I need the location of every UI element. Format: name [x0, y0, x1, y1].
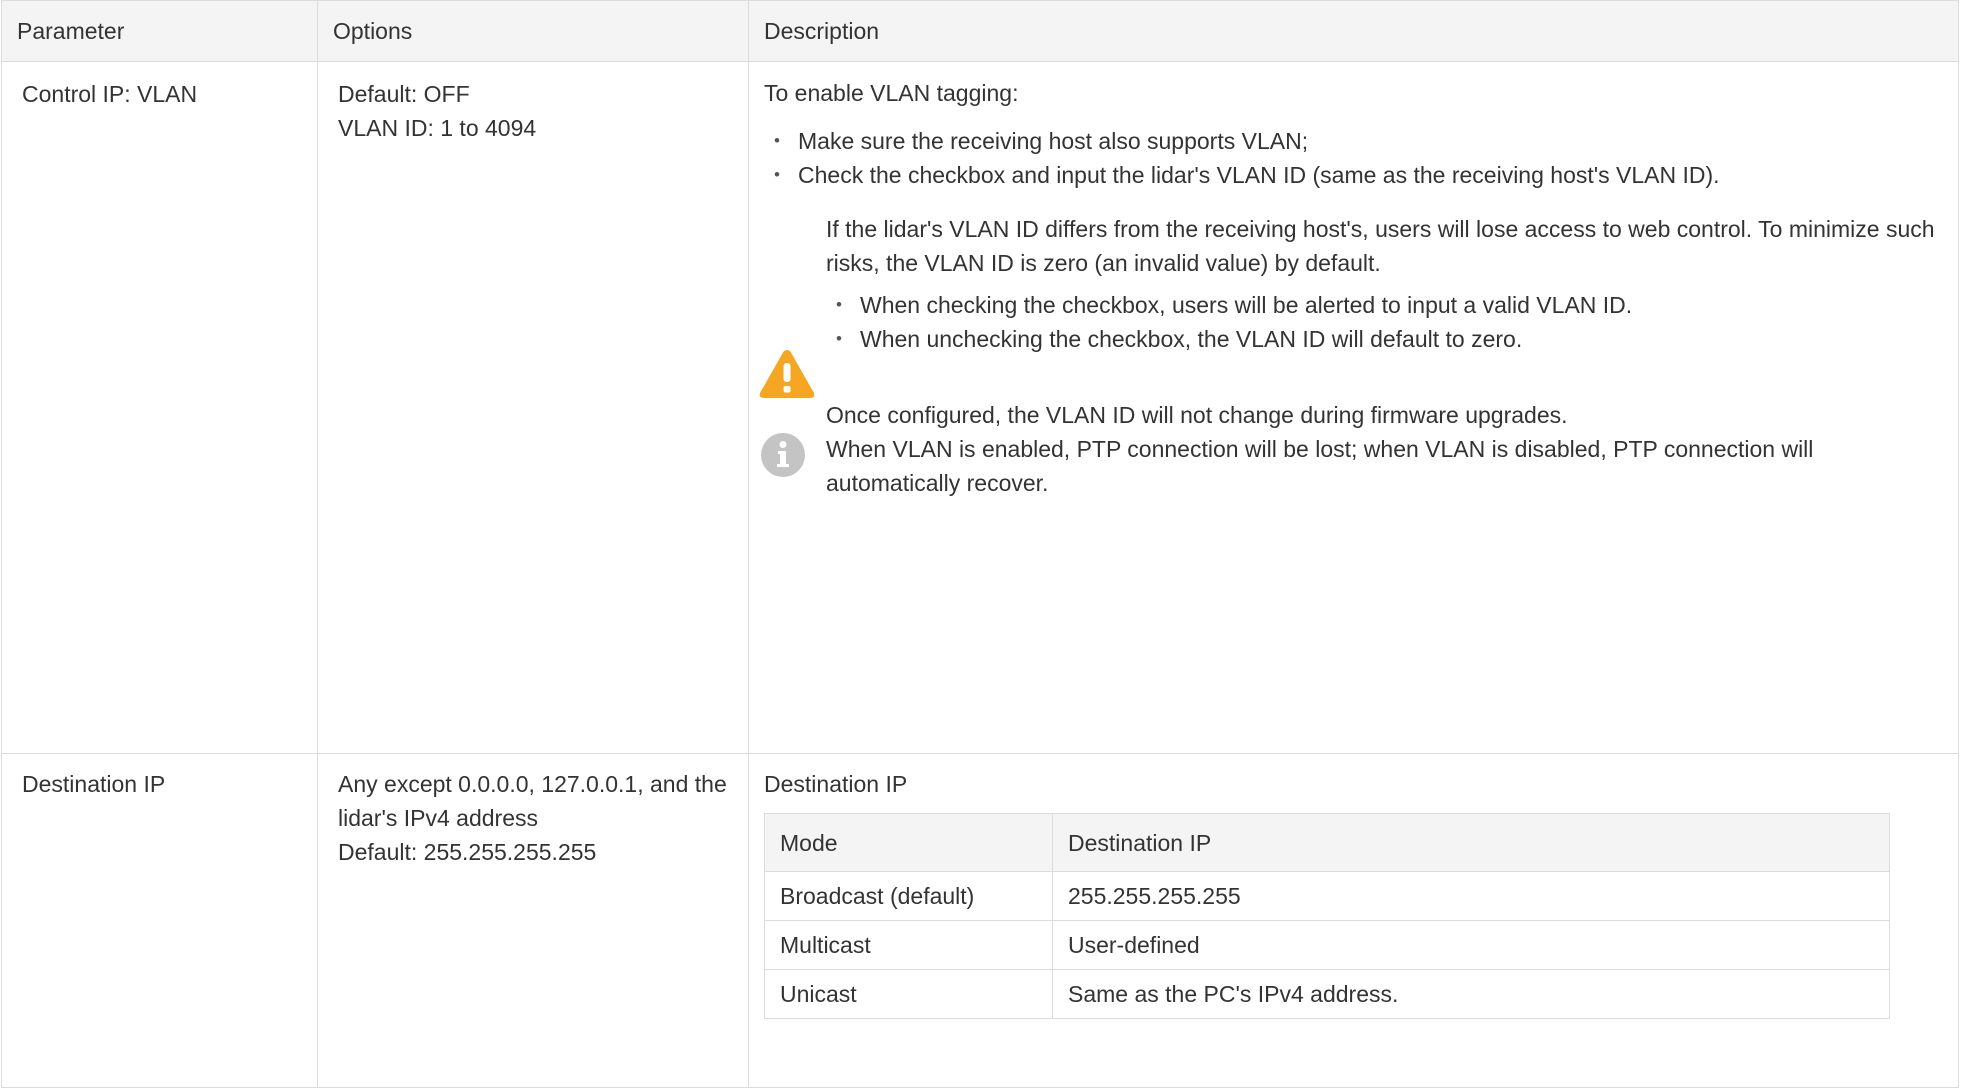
option-default: Default: 255.255.255.255: [338, 839, 597, 865]
document-page: Parameter Options Description Control IP…: [0, 0, 1961, 1088]
list-item: Check the checkbox and input the lidar's…: [764, 158, 1936, 192]
table-row: Unicast Same as the PC's IPv4 address.: [764, 969, 1890, 1019]
subtable-header-mode: Mode: [764, 813, 1053, 872]
parameter-cell: Control IP: VLAN: [1, 61, 318, 754]
options-cell: Default: OFF VLAN ID: 1 to 4094: [317, 61, 749, 754]
list-item: When unchecking the checkbox, the VLAN I…: [826, 322, 1936, 356]
info-note: Once configured, the VLAN ID will not ch…: [761, 398, 1936, 500]
table-row: Destination IP Any except 0.0.0.0, 127.0…: [1, 753, 1959, 1088]
option-default: Default: OFF: [338, 81, 470, 107]
header-description: Description: [748, 0, 1959, 62]
destination-ip-cell: 255.255.255.255: [1052, 871, 1890, 921]
parameter-table: Parameter Options Description Control IP…: [1, 0, 1959, 1088]
description-bullets: Make sure the receiving host also suppor…: [764, 124, 1936, 192]
mode-cell: Broadcast (default): [764, 871, 1053, 921]
note-line: When VLAN is enabled, PTP connection wil…: [826, 436, 1814, 496]
subtable-header-row: Mode Destination IP: [764, 813, 1890, 872]
table-row: Broadcast (default) 255.255.255.255: [764, 871, 1890, 921]
header-options: Options: [317, 0, 749, 62]
warning-triangle-icon: [759, 350, 815, 398]
destination-ip-cell: Same as the PC's IPv4 address.: [1052, 969, 1890, 1019]
table-header-row: Parameter Options Description: [1, 0, 1959, 62]
option-allowed: Any except 0.0.0.0, 127.0.0.1, and the l…: [338, 771, 727, 831]
header-parameter: Parameter: [1, 0, 318, 62]
description-intro: To enable VLAN tagging:: [764, 80, 1019, 106]
options-cell: Any except 0.0.0.0, 127.0.0.1, and the l…: [317, 753, 749, 1088]
warning-bullets: When checking the checkbox, users will b…: [826, 288, 1936, 356]
list-item: Make sure the receiving host also suppor…: [764, 124, 1936, 158]
info-icon: [761, 433, 805, 477]
destination-ip-cell: User-defined: [1052, 920, 1890, 970]
mode-cell: Unicast: [764, 969, 1053, 1019]
subtable-header-destination-ip: Destination IP: [1052, 813, 1890, 872]
note-line: Once configured, the VLAN ID will not ch…: [826, 402, 1568, 428]
description-cell: Destination IP Mode Destination IP Broad…: [748, 753, 1959, 1088]
table-row: Control IP: VLAN Default: OFF VLAN ID: 1…: [1, 61, 1959, 754]
table-row: Multicast User-defined: [764, 920, 1890, 970]
description-title: Destination IP: [764, 771, 908, 797]
warning-callout: If the lidar's VLAN ID differs from the …: [759, 212, 1936, 398]
destination-ip-table: Mode Destination IP Broadcast (default) …: [764, 813, 1890, 1019]
description-cell: To enable VLAN tagging: Make sure the re…: [748, 61, 1959, 754]
parameter-cell: Destination IP: [1, 753, 318, 1088]
mode-cell: Multicast: [764, 920, 1053, 970]
list-item: When checking the checkbox, users will b…: [826, 288, 1936, 322]
warning-text: If the lidar's VLAN ID differs from the …: [826, 216, 1935, 276]
option-range: VLAN ID: 1 to 4094: [338, 115, 537, 141]
